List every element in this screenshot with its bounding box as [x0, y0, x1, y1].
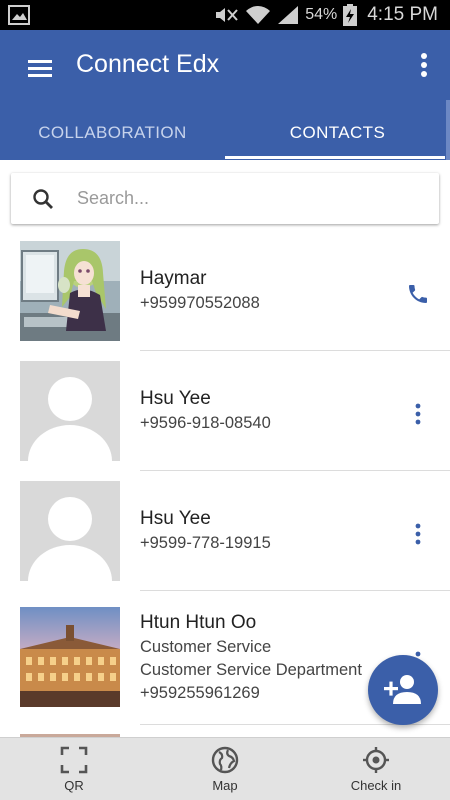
- battery-charging-icon: [343, 4, 358, 26]
- contact-name: Hsu Yee: [140, 388, 211, 409]
- tab-contacts[interactable]: CONTACTS: [225, 106, 450, 160]
- contact-row[interactable]: Hsu Yee +9599-778-19915: [0, 472, 450, 592]
- contact-avatar-photo: [20, 241, 120, 341]
- battery-percent: 54%: [305, 6, 338, 23]
- hamburger-menu-icon[interactable]: [24, 54, 56, 84]
- search-icon: [33, 189, 53, 209]
- tab-collaboration[interactable]: COLLABORATION: [0, 106, 225, 160]
- contact-phone: +959970552088: [140, 294, 260, 312]
- contact-title: Customer Service: [140, 638, 272, 656]
- nav-item-check-in[interactable]: Check in: [326, 738, 426, 800]
- tab-bar: COLLABORATION CONTACTS: [0, 106, 450, 160]
- contact-row[interactable]: Haymar +959970552088: [0, 232, 450, 352]
- search-bar: [11, 173, 439, 224]
- app-bar: Connect Edx COLLABORATION CONTACTS: [0, 30, 450, 160]
- more-vert-icon[interactable]: [406, 520, 430, 548]
- add-person-icon: [384, 675, 421, 704]
- contact-name: Haymar: [140, 268, 207, 289]
- contact-name: Hsu Yee: [140, 508, 211, 529]
- nav-label: Check in: [350, 778, 402, 793]
- globe-icon: [211, 746, 239, 774]
- clock: 4:15 PM: [367, 4, 438, 25]
- contact-row[interactable]: Hsu Yee +9596-918-08540: [0, 352, 450, 472]
- default-person-avatar: [20, 361, 120, 461]
- nav-label: QR: [64, 778, 84, 793]
- mute-icon: [216, 8, 238, 22]
- contact-name: Htun Htun Oo: [140, 612, 257, 633]
- nav-label: Map: [212, 778, 238, 793]
- active-tab-indicator: [225, 156, 445, 159]
- signal-icon: [278, 6, 299, 24]
- overflow-menu-icon[interactable]: [412, 48, 436, 82]
- qr-scan-icon: [60, 746, 88, 774]
- contact-phone: +9599-778-19915: [140, 534, 271, 552]
- nav-item-qr[interactable]: QR: [24, 738, 124, 800]
- gallery-notification-icon: [8, 5, 30, 25]
- contact-department: Customer Service Department: [140, 661, 362, 679]
- phone-icon[interactable]: [406, 280, 430, 308]
- more-vert-icon[interactable]: [406, 400, 430, 428]
- default-person-avatar: [20, 481, 120, 581]
- add-contact-fab[interactable]: [368, 655, 438, 725]
- row-divider: [140, 470, 450, 471]
- bottom-navigation: QR Map Check in: [0, 737, 450, 800]
- contact-phone: +9596-918-08540: [140, 414, 271, 432]
- wifi-icon: [246, 6, 271, 24]
- nav-item-map[interactable]: Map: [175, 738, 275, 800]
- contact-avatar-photo: [20, 607, 120, 707]
- row-divider: [140, 590, 450, 591]
- app-title: Connect Edx: [76, 50, 220, 78]
- status-bar: 54% 4:15 PM: [0, 0, 450, 30]
- scroll-indicator: [446, 100, 450, 160]
- search-input[interactable]: [77, 181, 417, 216]
- contact-phone: +959255961269: [140, 684, 260, 702]
- row-divider: [140, 350, 450, 351]
- location-target-icon: [363, 747, 389, 773]
